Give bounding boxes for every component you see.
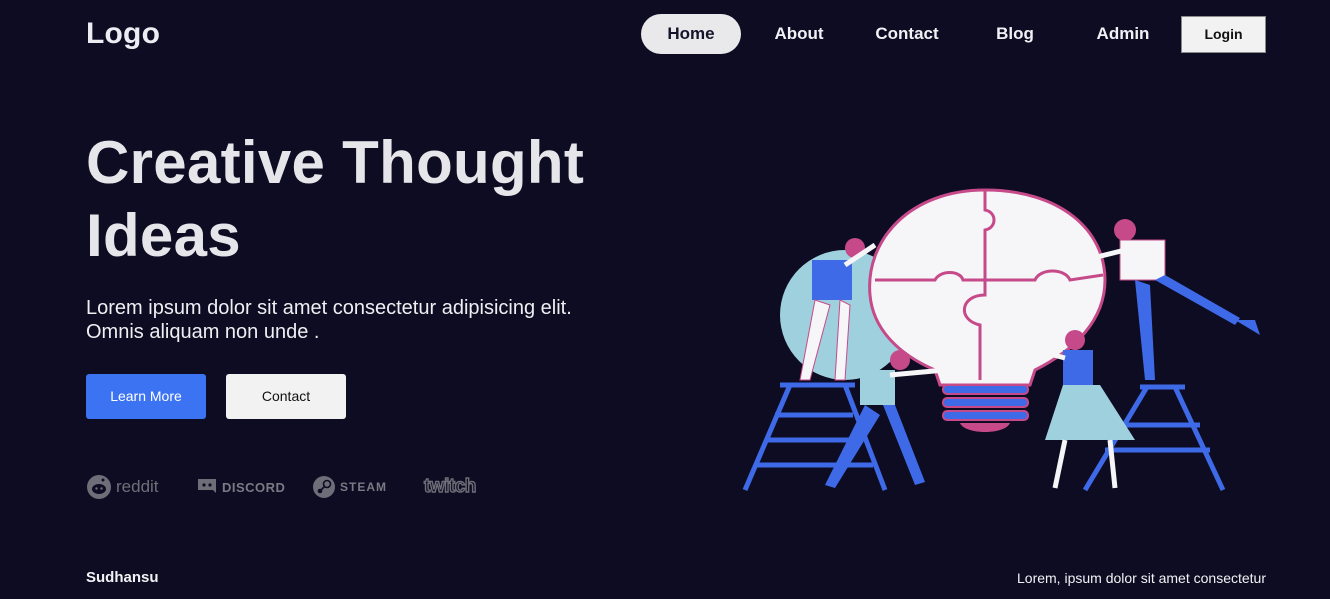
brand-reddit-label: reddit (116, 477, 159, 496)
login-button[interactable]: Login (1181, 16, 1266, 53)
brand-discord: DISCORD (196, 473, 285, 501)
nav-home[interactable]: Home (641, 14, 741, 54)
nav-contact[interactable]: Contact (867, 14, 947, 54)
lightbulb-puzzle-illustration (742, 188, 1260, 492)
hero-subtitle-line-2: Omnis aliquam non unde . (86, 321, 320, 343)
hero-subtitle: Lorem ipsum dolor sit amet consectetur a… (86, 296, 646, 344)
nav-about[interactable]: About (759, 14, 839, 54)
hero-subtitle-line-1: Lorem ipsum dolor sit amet consectetur a… (86, 297, 572, 319)
brand-twitch: twitch (423, 473, 477, 501)
footer-tagline: Lorem, ipsum dolor sit amet consectetur (1017, 570, 1266, 586)
contact-button[interactable]: Contact (226, 374, 346, 419)
brand-steam: STEAM (312, 473, 387, 501)
nav-admin[interactable]: Admin (1083, 14, 1163, 54)
brand-discord-label: DISCORD (222, 479, 286, 495)
hero-title-line-1: Creative Thought (86, 129, 585, 196)
discord-icon (198, 479, 216, 493)
hero-title: Creative Thought Ideas (86, 126, 686, 272)
brand-twitch-label: twitch (423, 475, 477, 497)
brand-reddit: reddit (86, 473, 159, 501)
person-right-bottom (1034, 330, 1135, 489)
nav-blog[interactable]: Blog (975, 14, 1055, 54)
steam-icon (313, 476, 335, 498)
footer-author: Sudhansu (86, 569, 159, 586)
reddit-icon (87, 475, 111, 499)
hero-title-line-2: Ideas (86, 202, 241, 269)
main-nav: Home About Contact Blog Admin (0, 14, 1330, 54)
learn-more-button[interactable]: Learn More (86, 374, 206, 419)
brand-steam-label: STEAM (340, 480, 387, 494)
twitch-icon: twitch (423, 475, 477, 498)
